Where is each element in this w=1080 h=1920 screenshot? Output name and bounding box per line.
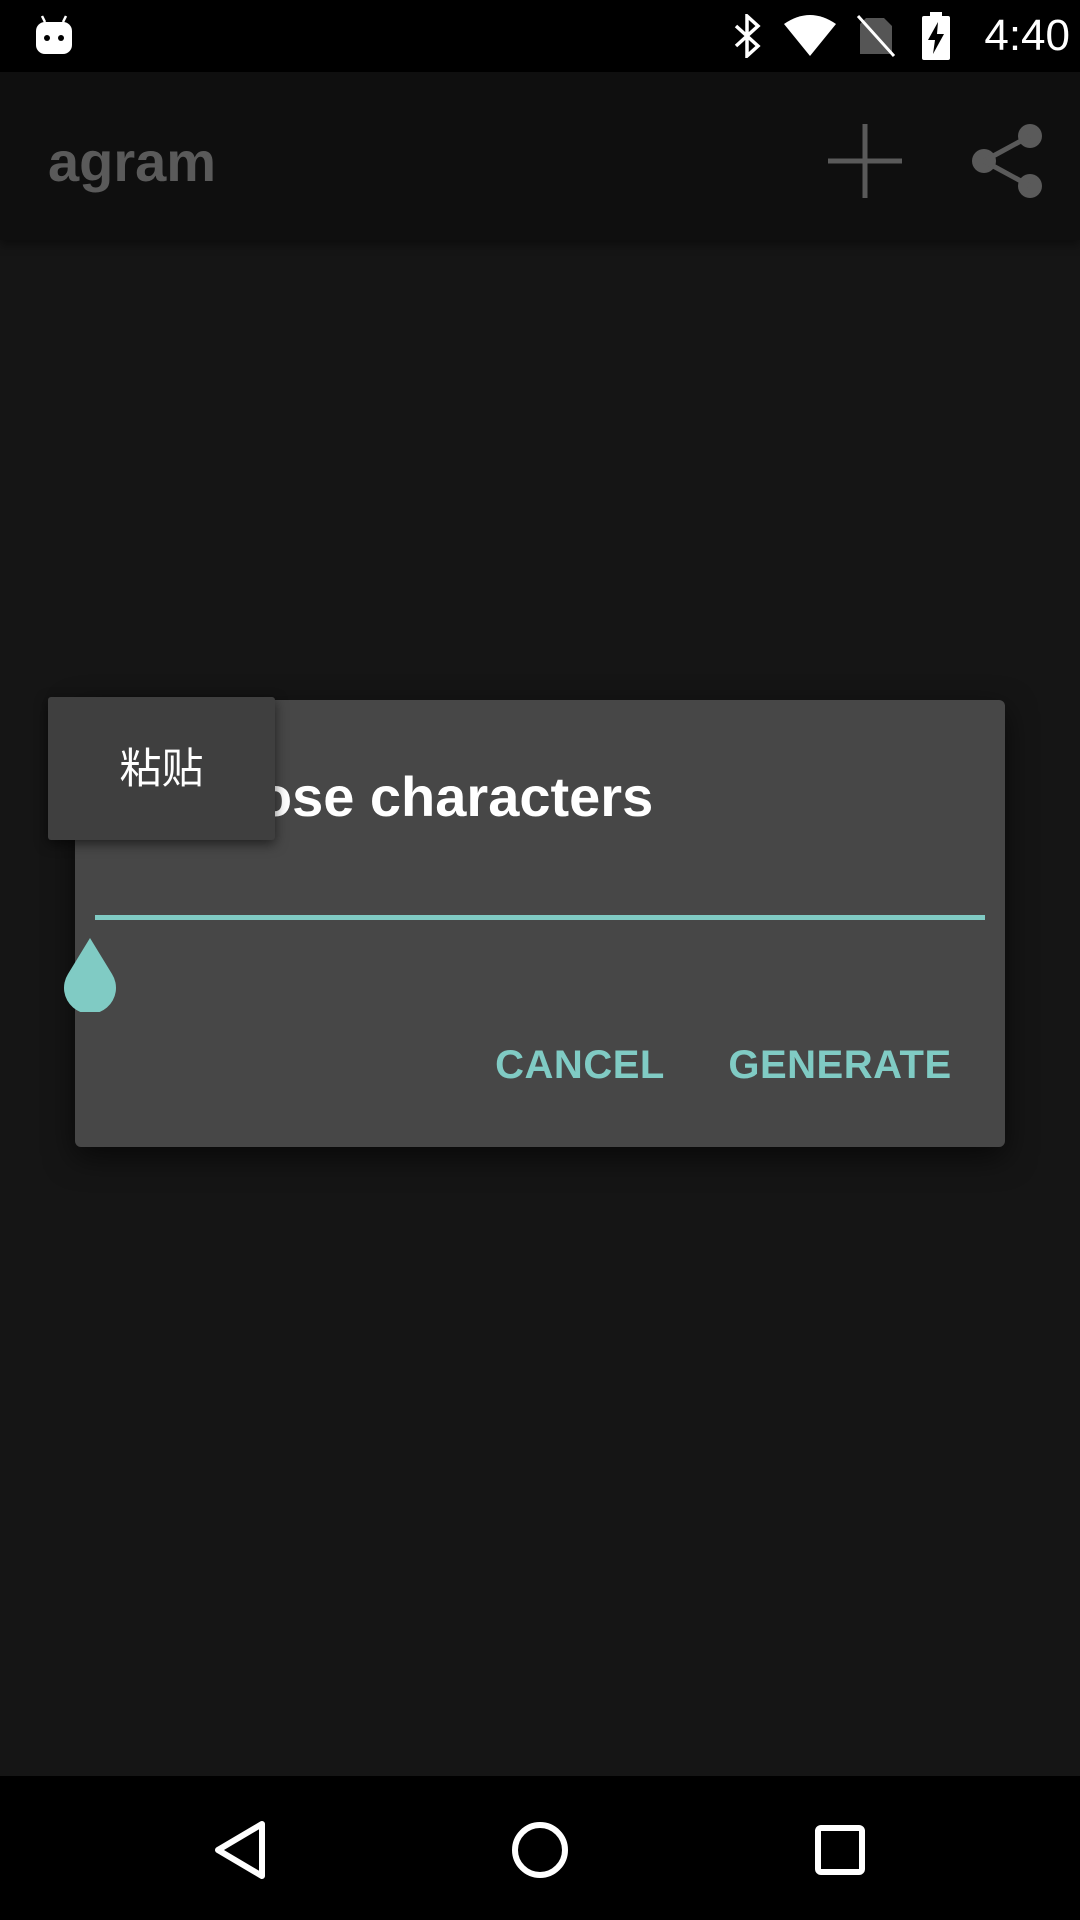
battery-charging-icon (922, 12, 950, 60)
screen: 4:40 agram Choose characters CANCEL GENE… (0, 0, 1080, 1920)
bluetooth-icon (734, 14, 761, 58)
status-time: 4:40 (984, 11, 1070, 60)
add-icon[interactable] (820, 116, 910, 206)
status-bar: 4:40 (0, 0, 1080, 72)
navigation-bar (0, 1776, 1080, 1920)
back-icon[interactable] (190, 1798, 290, 1898)
cancel-button[interactable]: CANCEL (475, 1020, 685, 1110)
text-cursor-handle[interactable] (60, 936, 120, 1012)
paste-button[interactable]: 粘贴 (48, 697, 275, 840)
generate-button[interactable]: GENERATE (705, 1020, 975, 1110)
no-sim-icon (856, 14, 896, 58)
input-underline (95, 915, 985, 920)
home-icon[interactable] (490, 1798, 590, 1898)
paste-popup: 粘贴 (48, 697, 275, 840)
app-title: agram (48, 130, 217, 193)
characters-input[interactable] (95, 840, 985, 920)
app-bar: agram (0, 72, 1080, 240)
share-icon[interactable] (966, 116, 1046, 206)
wifi-icon (784, 15, 836, 56)
android-notification-icon (36, 15, 72, 54)
recents-icon[interactable] (790, 1798, 890, 1898)
